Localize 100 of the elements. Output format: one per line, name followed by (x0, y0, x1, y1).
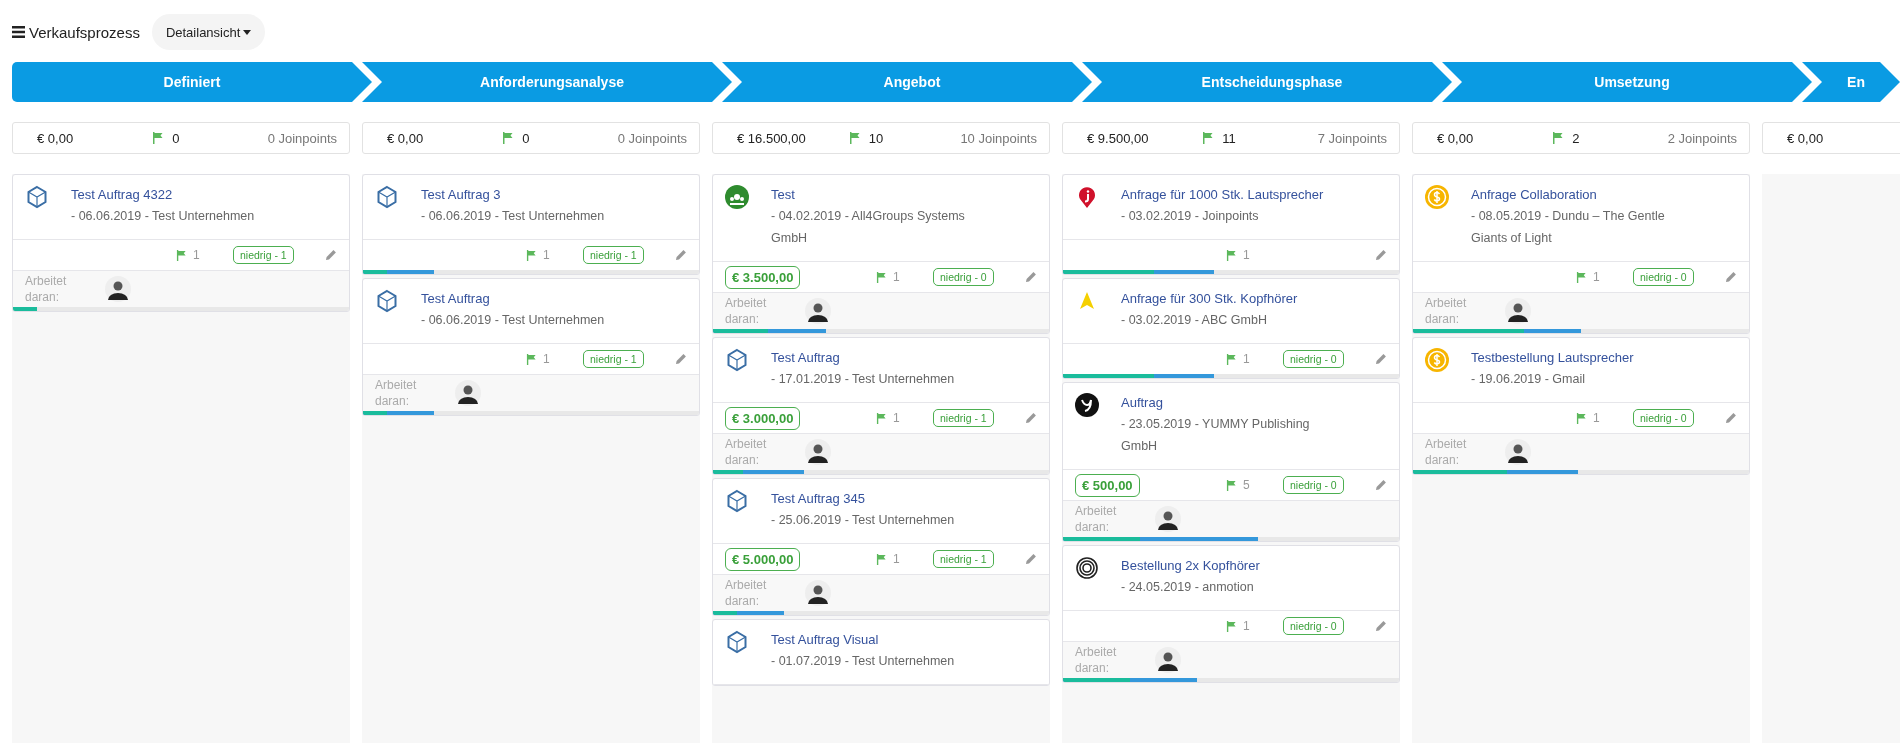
deal-details: - 25.06.2019 - Test Unternehmen (771, 512, 955, 529)
priority-tag: niedrig - 0 (933, 268, 994, 286)
coin-icon (1425, 348, 1449, 372)
flag-icon (848, 132, 861, 144)
deal-card[interactable]: Auftrag - 23.05.2019 - YUMMY Publishing GmbH € 500,00 5 niedrig - 0 Arbeitet daran: (1062, 382, 1400, 542)
avatar-icon (805, 439, 831, 465)
pencil-icon[interactable] (1025, 553, 1037, 565)
avatar-icon (105, 276, 131, 302)
deal-title[interactable]: Bestellung 2x Kopfhörer (1121, 556, 1260, 576)
pencil-icon[interactable] (1025, 271, 1037, 283)
caret-icon (243, 29, 252, 35)
pencil-icon[interactable] (325, 249, 337, 261)
avatar-icon (1505, 298, 1531, 324)
flag-icon (526, 249, 537, 261)
flag-count: 1 (1243, 248, 1251, 262)
pencil-icon[interactable] (675, 249, 687, 261)
pencil-icon[interactable] (1025, 412, 1037, 424)
flag-count: 1 (1243, 619, 1251, 633)
flag-count: 11 (1222, 130, 1237, 146)
flag-count: 10 (868, 130, 885, 146)
pencil-icon[interactable] (1375, 620, 1387, 632)
avatar-icon (805, 298, 831, 324)
cube-icon (725, 489, 749, 513)
deal-details: - 06.06.2019 - Test Unternehmen (421, 312, 605, 329)
deal-title[interactable]: Anfrage für 300 Stk. Kopfhörer (1121, 289, 1298, 309)
pencil-icon[interactable] (1375, 479, 1387, 491)
pencil-icon[interactable] (1725, 412, 1737, 424)
deal-amount: € 3.500,00 (725, 265, 801, 289)
flag-count: 1 (1593, 411, 1601, 425)
priority-tag: niedrig - 0 (1283, 476, 1344, 494)
pencil-icon[interactable] (1375, 249, 1387, 261)
joinpoints-count: 7 Joinpoints (1317, 130, 1387, 146)
pencil-icon[interactable] (1725, 271, 1737, 283)
deal-title[interactable]: Anfrage für 1000 Stk. Lautsprecher (1121, 185, 1324, 205)
flag-count: 1 (893, 411, 901, 425)
deal-details: - 23.05.2019 - YUMMY Publishing GmbH (1121, 416, 1310, 455)
priority-tag: niedrig - 0 (1633, 409, 1694, 427)
deal-card[interactable]: Anfrage Collaboration - 08.05.2019 - Dundu – The Gentle Giants of Light 1 niedrig - 0 Arbeitet daran: (1412, 174, 1750, 334)
flag-icon (176, 249, 187, 261)
priority-tag: niedrig - 1 (583, 350, 644, 368)
deal-title[interactable]: Test Auftrag 345 (771, 489, 955, 509)
flag-count: 0 (172, 130, 181, 146)
deal-card[interactable]: Test Auftrag - 17.01.2019 - Test Unternehmen € 3.000,00 1 niedrig - 1 Arbeitet daran: (712, 337, 1050, 475)
flag-icon (502, 132, 515, 144)
owner-label: Arbeitet daran: (725, 295, 768, 327)
view-dropdown[interactable]: Detailansicht (151, 14, 266, 50)
flag-icon (1226, 249, 1237, 261)
deal-card[interactable]: Bestellung 2x Kopfhörer - 24.05.2019 - anmotion 1 niedrig - 0 Arbeitet daran: (1062, 545, 1400, 683)
deal-title[interactable]: Test Auftrag (771, 348, 955, 368)
owner-label: Arbeitet daran: (375, 377, 418, 409)
flag-count: 0 (522, 130, 531, 146)
owner-label: Arbeitet daran: (725, 436, 768, 468)
deal-details: - 03.02.2019 - ABC GmbH (1121, 312, 1268, 329)
menu-icon[interactable] (12, 26, 25, 38)
deal-title[interactable]: Test (771, 185, 965, 205)
deal-card[interactable]: Anfrage für 300 Stk. Kopfhörer - 03.02.2019 - ABC GmbH 1 niedrig - 0 (1062, 278, 1400, 379)
deal-title[interactable]: Test Auftrag 4322 (71, 185, 255, 205)
deal-card[interactable]: Test Auftrag 3 - 06.06.2019 - Test Unternehmen 1 niedrig - 1 (362, 174, 700, 275)
priority-tag: niedrig - 1 (233, 246, 294, 264)
flag-count: 5 (1243, 478, 1251, 492)
cube-icon (375, 289, 399, 313)
deal-card[interactable]: Testbestellung Lautsprecher - 19.06.2019 - Gmail 1 niedrig - 0 Arbeitet daran: (1412, 337, 1750, 475)
deal-card[interactable]: Test Auftrag Visual - 01.07.2019 - Test Unternehmen (712, 619, 1050, 686)
deal-details: - 24.05.2019 - anmotion (1121, 579, 1255, 596)
deal-title[interactable]: Testbestellung Lautsprecher (1471, 348, 1634, 368)
flag-icon (1552, 132, 1565, 144)
deal-card[interactable]: Test Auftrag 4322 - 06.06.2019 - Test Unternehmen 1 niedrig - 1 Arbeitet daran: (12, 174, 350, 312)
deal-title[interactable]: Anfrage Collaboration (1471, 185, 1665, 205)
deal-amount: € 500,00 (1075, 473, 1140, 497)
deal-amount: € 5.000,00 (725, 547, 801, 571)
owner-label: Arbeitet daran: (725, 577, 768, 609)
deal-card[interactable]: Test Auftrag - 06.06.2019 - Test Unternehmen 1 niedrig - 1 Arbeitet daran: (362, 278, 700, 416)
stage-amount: € 9.500,00 (1087, 130, 1150, 146)
stage-amount: € 0,00 (387, 130, 425, 146)
deal-title[interactable]: Test Auftrag 3 (421, 185, 605, 205)
coin-icon (1425, 185, 1449, 209)
avatar-icon (1505, 439, 1531, 465)
joinpoints-count: 2 Joinpoints (1667, 130, 1737, 146)
deal-title[interactable]: Test Auftrag Visual (771, 630, 955, 650)
group-icon (725, 185, 749, 209)
stage-amount: € 0,00 (1787, 130, 1825, 146)
flag-icon (1202, 132, 1215, 144)
avatar-icon (1155, 647, 1181, 673)
priority-tag: niedrig - 1 (933, 550, 994, 568)
deal-card[interactable]: Test Auftrag 345 - 25.06.2019 - Test Unternehmen € 5.000,00 1 niedrig - 1 Arbeitet daran: (712, 478, 1050, 616)
owner-label: Arbeitet daran: (1425, 436, 1468, 468)
cube-icon (25, 185, 49, 209)
deal-title[interactable]: Test Auftrag (421, 289, 605, 309)
joinpoints-count: 10 Joinpoints (960, 130, 1037, 146)
pencil-icon[interactable] (675, 353, 687, 365)
owner-label: Arbeitet daran: (1425, 295, 1468, 327)
priority-tag: niedrig - 1 (933, 409, 994, 427)
deal-card[interactable]: Test - 04.02.2019 - All4Groups Systems GmbH € 3.500,00 1 niedrig - 0 Arbeitet daran: (712, 174, 1050, 334)
flag-count: 1 (193, 248, 201, 262)
pencil-icon[interactable] (1375, 353, 1387, 365)
deal-details: - 17.01.2019 - Test Unternehmen (771, 371, 955, 388)
flag-icon (1576, 271, 1587, 283)
deal-title[interactable]: Auftrag (1121, 393, 1310, 413)
deal-card[interactable]: Anfrage für 1000 Stk. Lautsprecher - 03.02.2019 - Joinpoints 1 (1062, 174, 1400, 275)
page-title: Verkaufsprozess (29, 23, 140, 41)
